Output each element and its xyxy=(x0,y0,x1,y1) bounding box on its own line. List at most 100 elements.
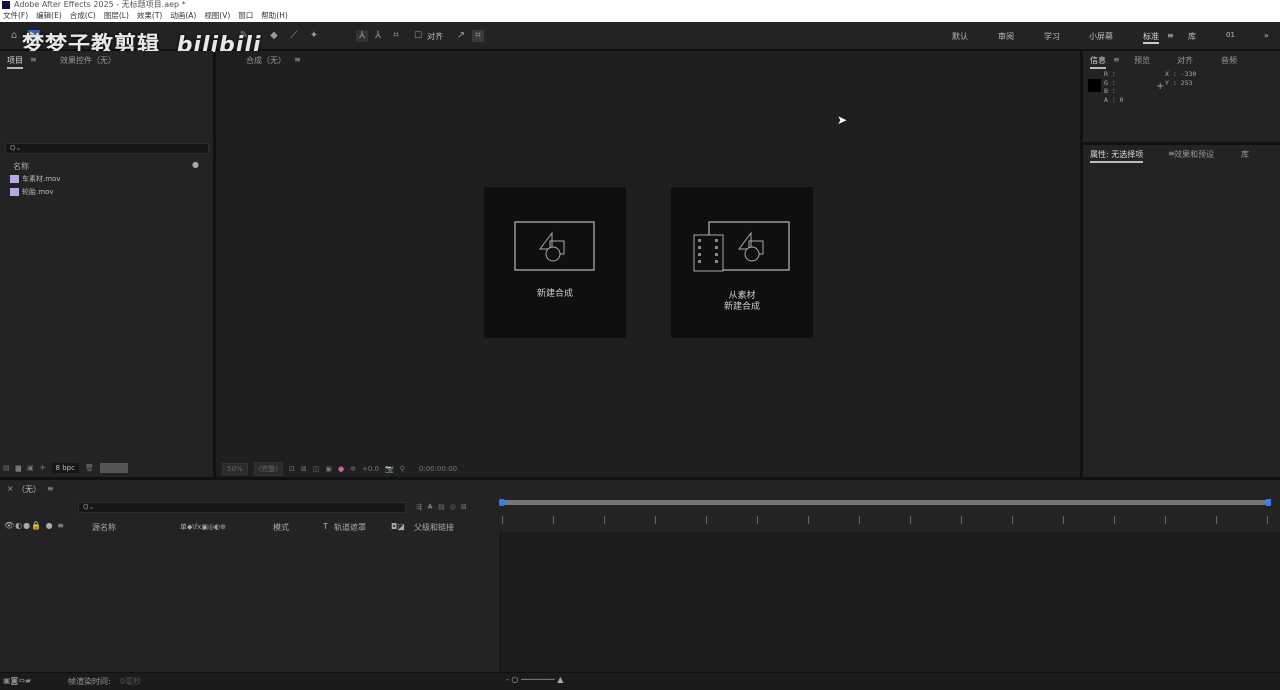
window-title: Adobe After Effects 2025 - 无标题项目.aep * xyxy=(14,0,186,9)
menu-animation[interactable]: 动画(A) xyxy=(170,10,196,22)
snap-option-icon[interactable]: ↗ xyxy=(455,30,467,42)
guides-icon[interactable]: ▣ xyxy=(325,465,332,473)
file-item[interactable]: 轮胎.mov xyxy=(10,187,53,197)
menu-edit[interactable]: 编辑(E) xyxy=(36,10,62,22)
snapshot-icon[interactable]: 📷 xyxy=(385,465,394,473)
work-area-end-handle[interactable] xyxy=(1266,499,1271,506)
project-panel: 项目 ≡ 效果控件（无） Q⌄ 名称 ● 车素材.mov 轮胎.mov ▤ ▆ … xyxy=(0,51,213,477)
tab-timeline[interactable]: （无） xyxy=(17,484,41,495)
composition-icon xyxy=(514,221,595,271)
workspace-menu-icon[interactable]: ≡ xyxy=(1167,31,1174,40)
tab-info[interactable]: 信息 xyxy=(1090,55,1106,69)
new-folder-icon[interactable]: ▆ xyxy=(16,464,21,472)
tab-library[interactable]: 库 xyxy=(1241,149,1249,160)
menu-view[interactable]: 视图(V) xyxy=(204,10,230,22)
new-composition-card[interactable]: 新建合成 xyxy=(484,187,626,338)
tab-project[interactable]: 项目 xyxy=(7,55,23,69)
color-swatch xyxy=(1088,79,1101,92)
puppet-tool-icon[interactable]: ✦ xyxy=(308,30,320,42)
column-parent[interactable]: 父级和链接 xyxy=(414,522,454,533)
mouse-cursor-icon: ➤ xyxy=(837,113,848,127)
column-switches[interactable]: 单◆\fx▣◎◐⊕ xyxy=(180,522,226,532)
view-axis-icon[interactable]: ⌗ xyxy=(390,30,402,42)
panel-menu-icon[interactable]: ≡ xyxy=(1113,55,1120,64)
r-value: R : xyxy=(1104,70,1116,78)
work-area-bar[interactable] xyxy=(502,500,1268,505)
title-bar: Adobe After Effects 2025 - 无标题项目.aep * xyxy=(0,0,1280,10)
column-mode[interactable]: 模式 xyxy=(273,522,289,533)
panel-menu-icon[interactable]: ≡ xyxy=(294,55,301,64)
file-item[interactable]: 车素材.mov xyxy=(10,174,60,184)
close-tab-icon[interactable]: × xyxy=(7,484,14,493)
tab-audio[interactable]: 音频 xyxy=(1221,55,1237,66)
panel-menu-icon[interactable]: ≡ xyxy=(30,55,37,64)
project-search-input[interactable]: Q⌄ xyxy=(5,143,209,154)
timeline-track-area[interactable] xyxy=(500,532,1280,672)
menu-file[interactable]: 文件(F) xyxy=(3,10,28,22)
workspace-library[interactable]: 库 xyxy=(1188,31,1196,42)
snap-grid-icon[interactable]: ⌗ xyxy=(472,30,484,42)
local-axis-icon[interactable]: ⅄ xyxy=(356,30,368,42)
tab-preview[interactable]: 预览 xyxy=(1134,55,1150,66)
render-queue-icon[interactable]: ✈ xyxy=(40,464,46,472)
tab-effect-controls[interactable]: 效果控件（无） xyxy=(60,55,116,66)
work-area-start-handle[interactable] xyxy=(499,499,505,506)
workspace-standard[interactable]: 标准 xyxy=(1143,31,1159,44)
tab-effects-presets[interactable]: 效果和预设 xyxy=(1174,149,1214,160)
properties-panel: 属性: 无选择项 ≡ 效果和预设 库 xyxy=(1083,145,1280,477)
column-track-matte[interactable]: 轨道遮罩 xyxy=(334,522,366,533)
timeline-search-input[interactable]: Q⌄ xyxy=(78,502,406,513)
channel-icon[interactable]: ● xyxy=(338,465,344,473)
exposure-icon[interactable]: ✲ xyxy=(350,465,356,473)
menu-window[interactable]: 窗口 xyxy=(238,10,253,22)
menu-effect[interactable]: 效果(T) xyxy=(137,10,162,22)
new-composition-icon[interactable]: ▣ xyxy=(27,464,34,472)
resolution-dropdown[interactable]: (完整) xyxy=(253,462,284,476)
time-ruler[interactable] xyxy=(502,516,1272,524)
parent-link-icon[interactable]: ◘◪ xyxy=(391,522,405,531)
shy-icon[interactable]: ♣ xyxy=(427,503,433,511)
delete-icon[interactable]: 🗑 xyxy=(85,464,94,472)
column-name[interactable]: 名称 xyxy=(13,161,29,172)
column-source-name[interactable]: 源名称 xyxy=(92,522,116,533)
workspace-01[interactable]: 01 xyxy=(1226,31,1235,39)
tab-properties[interactable]: 属性: 无选择项 xyxy=(1090,149,1144,163)
video-file-icon xyxy=(10,188,19,196)
tab-align[interactable]: 对齐 xyxy=(1177,55,1193,66)
workspace-review[interactable]: 审阅 xyxy=(998,31,1014,42)
ae-logo-icon xyxy=(2,1,10,9)
motion-blur-icon[interactable]: ◎ xyxy=(450,503,456,511)
snap-checkbox[interactable]: ☐ xyxy=(412,30,424,42)
exposure-value[interactable]: +0.0 xyxy=(362,465,379,473)
frame-blending-icon[interactable]: ▤ xyxy=(438,503,445,511)
world-axis-icon[interactable]: ⅄ xyxy=(372,30,384,42)
mask-visibility-icon[interactable]: ◫ xyxy=(313,465,320,473)
label-column-icon[interactable]: ● xyxy=(192,160,199,169)
menu-layer[interactable]: 图层(L) xyxy=(104,10,129,22)
workspace-default[interactable]: 默认 xyxy=(952,31,968,42)
transparency-grid-icon[interactable]: ⊠ xyxy=(301,465,307,473)
av-switch-icons[interactable]: 👁◐●🔒 ● ≡ xyxy=(4,521,65,530)
home-icon[interactable]: ⌂ xyxy=(8,30,20,42)
workspace-small-screen[interactable]: 小屏幕 xyxy=(1089,31,1113,42)
bpc-button[interactable]: 8 bpc xyxy=(51,463,79,473)
region-icon[interactable]: ⊡ xyxy=(289,465,295,473)
more-workspaces-button[interactable]: » xyxy=(1264,31,1269,40)
roto-tool-icon[interactable]: ⟋ xyxy=(288,30,300,42)
tab-composition[interactable]: 合成（无） xyxy=(246,55,286,67)
menu-composition[interactable]: 合成(C) xyxy=(70,10,96,22)
workspace-learn[interactable]: 学习 xyxy=(1044,31,1060,42)
menu-help[interactable]: 帮助(H) xyxy=(261,10,288,22)
eraser-tool-icon[interactable]: ◆ xyxy=(268,30,280,42)
comp-mini-flowchart-icon[interactable]: ⇶ xyxy=(416,503,422,511)
graph-editor-icon[interactable]: ⊠ xyxy=(461,503,467,511)
interpret-footage-icon[interactable]: ▤ xyxy=(3,464,10,472)
show-snapshot-icon[interactable]: ⚲ xyxy=(400,465,405,473)
column-trkmat-t[interactable]: T xyxy=(323,522,328,531)
status-toggle-icons[interactable]: ▣◙⇔▰ xyxy=(3,676,31,685)
zoom-dropdown[interactable]: 50% xyxy=(222,463,248,475)
panel-menu-icon[interactable]: ≡ xyxy=(47,484,54,493)
new-composition-from-footage-card[interactable]: 从素材 新建合成 xyxy=(671,187,813,338)
timecode[interactable]: 0:00:00:00 xyxy=(419,465,457,473)
zoom-slider[interactable]: - ○ ─────── ▲ xyxy=(506,675,563,684)
